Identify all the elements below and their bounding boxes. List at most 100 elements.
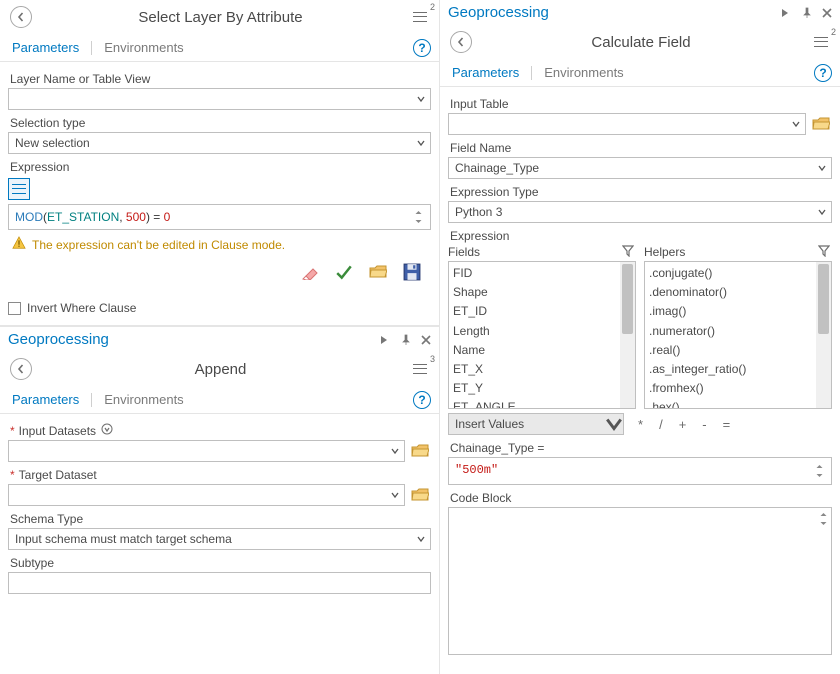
browse-folder-button[interactable]: [810, 113, 832, 135]
close-icon[interactable]: [419, 333, 433, 347]
layer-dropdown[interactable]: [8, 88, 431, 110]
expression-label: Expression: [10, 160, 431, 174]
selection-type-value: New selection: [9, 136, 412, 150]
expression-text: MOD(ET_STATION, 500) = 0: [15, 208, 408, 226]
chainage-expr-label: Chainage_Type =: [450, 441, 832, 455]
list-item[interactable]: Name: [453, 341, 631, 360]
operator-divide[interactable]: /: [659, 417, 663, 432]
eraser-button[interactable]: [301, 263, 319, 281]
operator-equals[interactable]: =: [723, 417, 731, 432]
warning-icon: [12, 236, 26, 253]
input-datasets-dropdown[interactable]: [8, 440, 405, 462]
list-item[interactable]: Length: [453, 322, 631, 341]
selection-type-dropdown[interactable]: New selection: [8, 132, 431, 154]
target-dataset-label: Target Dataset: [10, 468, 431, 482]
schema-type-dropdown[interactable]: Input schema must match target schema: [8, 528, 431, 550]
scrollbar[interactable]: [816, 262, 831, 408]
help-icon[interactable]: ?: [413, 39, 431, 57]
chevron-down-icon: [412, 133, 430, 153]
sql-mode-button[interactable]: [8, 178, 30, 200]
selection-type-label: Selection type: [10, 116, 431, 130]
tool-menu-button[interactable]: 3: [409, 358, 431, 380]
schema-type-label: Schema Type: [10, 512, 431, 526]
chevron-down-icon: [813, 158, 831, 178]
filter-icon[interactable]: [622, 245, 636, 259]
code-block-input[interactable]: [448, 507, 832, 655]
list-item[interactable]: ET_ID: [453, 302, 631, 321]
tab-environments[interactable]: Environments: [540, 63, 627, 82]
list-item[interactable]: ET_X: [453, 360, 631, 379]
list-item[interactable]: .imag(): [649, 302, 827, 321]
list-item[interactable]: .hex(): [649, 398, 827, 409]
list-item[interactable]: Shape: [453, 283, 631, 302]
autohide-button[interactable]: [379, 333, 393, 347]
operator-multiply[interactable]: *: [638, 417, 643, 432]
list-item[interactable]: .real(): [649, 341, 827, 360]
back-button[interactable]: [10, 6, 32, 28]
list-item[interactable]: .denominator(): [649, 283, 827, 302]
help-icon[interactable]: ?: [814, 64, 832, 82]
back-button[interactable]: [450, 31, 472, 53]
tool-menu-button[interactable]: 2: [409, 6, 431, 28]
back-button[interactable]: [10, 358, 32, 380]
subtype-input[interactable]: [8, 572, 431, 594]
expand-icon[interactable]: [100, 422, 114, 436]
tab-parameters[interactable]: Parameters: [448, 63, 523, 82]
expression-type-dropdown[interactable]: Python 3: [448, 201, 832, 223]
browse-folder-button[interactable]: [409, 484, 431, 506]
input-datasets-label: Input Datasets: [10, 424, 96, 438]
chainage-expr-input[interactable]: "500m": [448, 457, 832, 485]
stepper-up[interactable]: [412, 208, 424, 217]
chainage-expr-value: "500m": [455, 462, 809, 479]
stepper-down[interactable]: [412, 217, 424, 226]
expression-type-label: Expression Type: [450, 185, 832, 199]
list-item[interactable]: .as_integer_ratio(): [649, 360, 827, 379]
pin-icon[interactable]: [399, 333, 413, 347]
help-icon[interactable]: ?: [413, 391, 431, 409]
tab-separator: [91, 41, 92, 55]
open-folder-button[interactable]: [369, 263, 387, 281]
stepper-down[interactable]: [817, 519, 829, 528]
operator-add[interactable]: +: [679, 417, 687, 432]
list-item[interactable]: FID: [453, 264, 631, 283]
scrollbar[interactable]: [620, 262, 635, 408]
filter-icon[interactable]: [818, 245, 832, 259]
save-button[interactable]: [403, 263, 421, 281]
stepper-up[interactable]: [813, 462, 825, 471]
expression-input[interactable]: MOD(ET_STATION, 500) = 0: [8, 204, 431, 230]
verify-button[interactable]: [335, 263, 353, 281]
expression-warning: The expression can't be edited in Clause…: [8, 230, 431, 259]
helpers-listbox[interactable]: .conjugate() .denominator() .imag() .num…: [644, 261, 832, 409]
tab-parameters[interactable]: Parameters: [8, 38, 83, 57]
browse-folder-button[interactable]: [409, 440, 431, 462]
tab-environments[interactable]: Environments: [100, 390, 187, 409]
list-item[interactable]: ET_ANGLE: [453, 398, 631, 409]
stepper-up[interactable]: [817, 510, 829, 519]
field-name-dropdown[interactable]: Chainage_Type: [448, 157, 832, 179]
autohide-button[interactable]: [780, 6, 794, 20]
stepper-down[interactable]: [813, 471, 825, 480]
list-item[interactable]: ET_Y: [453, 379, 631, 398]
list-item[interactable]: .numerator(): [649, 322, 827, 341]
tab-separator: [531, 66, 532, 80]
chevron-down-icon: [787, 114, 805, 134]
pin-icon[interactable]: [800, 6, 814, 20]
pane-append: Geoprocessing Append 3 Parameters Enviro…: [0, 325, 439, 602]
list-item[interactable]: .fromhex(): [649, 379, 827, 398]
close-icon[interactable]: [820, 6, 834, 20]
fields-listbox[interactable]: FID Shape ET_ID Length Name ET_X ET_Y ET…: [448, 261, 636, 409]
operator-subtract[interactable]: -: [702, 417, 706, 432]
pane-title: Geoprocessing: [8, 331, 109, 348]
tool-menu-button[interactable]: 2: [810, 31, 832, 53]
tab-parameters[interactable]: Parameters: [8, 390, 83, 409]
chevron-down-icon: [605, 414, 623, 434]
tab-environments[interactable]: Environments: [100, 38, 187, 57]
insert-values-dropdown[interactable]: Insert Values: [448, 413, 624, 435]
invert-where-checkbox[interactable]: [8, 302, 21, 315]
list-item[interactable]: .conjugate(): [649, 264, 827, 283]
chevron-down-icon: [813, 202, 831, 222]
input-table-dropdown[interactable]: [448, 113, 806, 135]
expression-section-label: Expression: [450, 229, 832, 243]
target-dataset-dropdown[interactable]: [8, 484, 405, 506]
field-name-label: Field Name: [450, 141, 832, 155]
